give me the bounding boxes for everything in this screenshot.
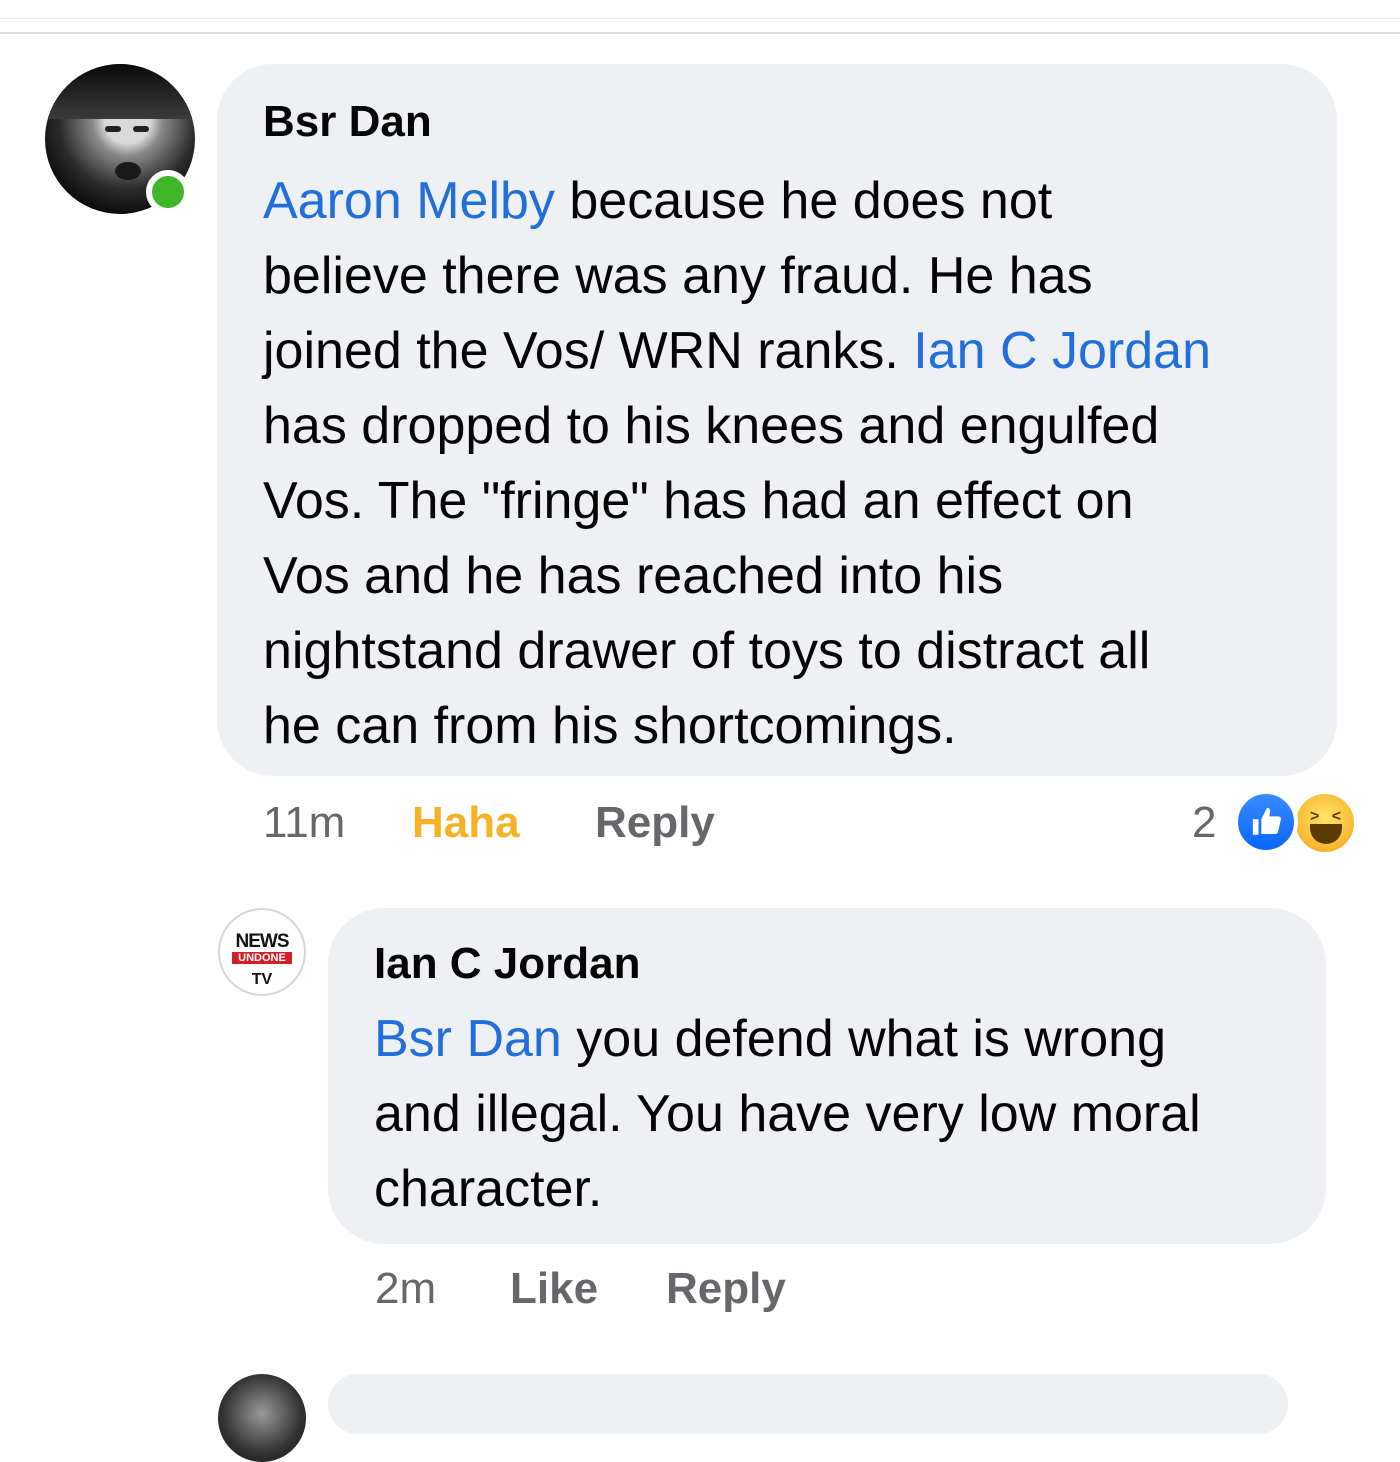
logo-text: NEWS: [235, 931, 290, 952]
mention-link[interactable]: Ian C Jordan: [913, 322, 1211, 380]
mention-link[interactable]: Bsr Dan: [374, 1010, 562, 1068]
comment-timestamp[interactable]: 11m: [263, 798, 345, 848]
comment-line: Vos and he has reached into his: [263, 547, 1004, 605]
comment-line: believe there was any fraud. He has: [263, 247, 1093, 305]
comment-bubble: Bsr Dan Aaron Melby because he does not …: [217, 64, 1337, 776]
comment-line: character.: [374, 1160, 603, 1218]
comment-line: has dropped to his knees and engulfed: [263, 397, 1160, 455]
comment-line: nightstand drawer of toys to distract al…: [263, 622, 1151, 680]
comment-line: and illegal. You have very low moral: [374, 1085, 1201, 1143]
comment-author[interactable]: Ian C Jordan: [374, 936, 1326, 992]
comment-bubble: [328, 1374, 1288, 1434]
comment-line: Vos. The "fringe" has had an effect on: [263, 472, 1134, 530]
avatar-next-comment[interactable]: [218, 1374, 306, 1462]
comment-author[interactable]: Bsr Dan: [263, 94, 1337, 150]
comment-timestamp[interactable]: 2m: [375, 1264, 436, 1314]
comment-line: he can from his shortcomings.: [263, 697, 957, 755]
comment-line: Bsr Dan you defend what is wrong: [374, 1002, 1326, 1077]
logo-text: TV: [251, 971, 273, 988]
top-border: [0, 32, 1400, 34]
comment-body: Bsr Dan you defend what is wrong and ill…: [374, 1002, 1326, 1227]
haha-icon[interactable]: > <: [1292, 790, 1358, 856]
top-divider: [0, 18, 1400, 19]
like-icon[interactable]: [1234, 790, 1298, 854]
comment-text: because he does not: [554, 172, 1053, 230]
online-status-icon: [146, 170, 190, 214]
comment-body: Aaron Melby because he does not believe …: [263, 164, 1337, 764]
comment-text: joined the Vos/ WRN ranks.: [263, 322, 914, 380]
avatar-ian-c-jordan[interactable]: NEWS UNDONE TV: [218, 908, 306, 996]
mention-link[interactable]: Aaron Melby: [263, 172, 555, 230]
logo-text: UNDONE: [232, 952, 292, 964]
reaction-count[interactable]: 2: [1192, 798, 1216, 848]
comment-text: you defend what is wrong: [561, 1010, 1166, 1068]
reply-button[interactable]: Reply: [666, 1264, 786, 1314]
comment-line: Aaron Melby because he does not: [263, 164, 1337, 239]
like-button[interactable]: Like: [510, 1264, 598, 1314]
haha-reaction-button[interactable]: Haha: [412, 798, 520, 848]
reply-button[interactable]: Reply: [595, 798, 715, 848]
comment-line: joined the Vos/ WRN ranks. Ian C Jordan: [263, 314, 1337, 389]
comment-bubble: Ian C Jordan Bsr Dan you defend what is …: [328, 908, 1326, 1244]
